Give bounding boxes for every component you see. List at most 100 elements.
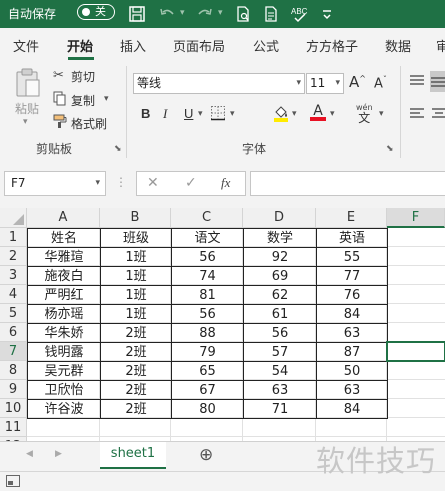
table-cell[interactable]: 79: [171, 342, 244, 362]
cut-icon[interactable]: ✂: [53, 68, 64, 83]
table-cell[interactable]: 华朱娇: [27, 323, 101, 343]
paste-dropdown-icon[interactable]: ▾: [23, 117, 28, 127]
borders-dropdown-icon[interactable]: ▾: [230, 109, 235, 119]
font-size-select[interactable]: 11 ▾: [306, 73, 344, 94]
copy-icon[interactable]: [53, 91, 67, 109]
table-cell[interactable]: 2班: [100, 399, 172, 419]
select-all-corner[interactable]: [0, 208, 27, 228]
table-cell[interactable]: 许谷波: [27, 399, 101, 419]
table-cell[interactable]: 71: [243, 399, 317, 419]
quick-print-icon[interactable]: [262, 5, 280, 23]
row-header[interactable]: 11: [0, 418, 27, 437]
tab-page-layout[interactable]: 页面布局: [173, 36, 225, 55]
table-cell[interactable]: 55: [316, 247, 388, 267]
table-cell[interactable]: 杨亦瑶: [27, 304, 101, 324]
table-cell[interactable]: 67: [171, 380, 244, 400]
redo-dropdown-icon[interactable]: ▾: [218, 8, 223, 18]
row-header[interactable]: 7: [0, 342, 27, 361]
undo-icon[interactable]: [158, 5, 176, 23]
customize-toolbar-icon[interactable]: [318, 5, 336, 23]
autosave-toggle[interactable]: 关: [77, 4, 115, 20]
table-cell[interactable]: 63: [316, 323, 388, 343]
tab-data[interactable]: 数据: [385, 36, 411, 55]
underline-dropdown-icon[interactable]: ▾: [198, 109, 203, 119]
table-cell[interactable]: 57: [243, 342, 317, 362]
font-name-select[interactable]: 等线 ▾: [133, 73, 305, 94]
column-header[interactable]: C: [171, 208, 243, 228]
copy-dropdown-icon[interactable]: ▾: [104, 94, 109, 104]
formula-bar-grip-icon[interactable]: ⋮: [115, 175, 127, 189]
underline-button[interactable]: U: [184, 106, 193, 121]
align-left-icon[interactable]: [409, 107, 425, 124]
format-painter-icon[interactable]: [53, 114, 68, 132]
table-cell[interactable]: 50: [316, 361, 388, 381]
table-cell[interactable]: 2班: [100, 342, 172, 362]
copy-label[interactable]: 复制: [71, 92, 95, 109]
column-header[interactable]: E: [316, 208, 387, 228]
table-cell[interactable]: 吴元群: [27, 361, 101, 381]
table-cell[interactable]: 63: [316, 380, 388, 400]
phonetic-guide-button[interactable]: wén 文: [356, 102, 373, 124]
table-cell[interactable]: 钱明露: [27, 342, 101, 362]
table-cell[interactable]: 英语: [316, 228, 388, 248]
row-header[interactable]: 5: [0, 304, 27, 323]
tab-formulas[interactable]: 公式: [253, 36, 279, 55]
table-cell[interactable]: 2班: [100, 361, 172, 381]
insert-function-button[interactable]: fx: [221, 175, 230, 191]
table-cell[interactable]: 56: [243, 323, 317, 343]
italic-button[interactable]: I: [163, 106, 167, 122]
column-header[interactable]: A: [27, 208, 100, 228]
table-cell[interactable]: 卫欣怡: [27, 380, 101, 400]
table-cell[interactable]: 84: [316, 304, 388, 324]
table-cell[interactable]: 77: [316, 266, 388, 286]
align-middle-icon[interactable]: [430, 71, 445, 92]
paste-icon[interactable]: [15, 68, 41, 101]
fill-color-icon[interactable]: [273, 104, 289, 125]
clipboard-launcher-icon[interactable]: ⬊: [114, 144, 122, 154]
column-header[interactable]: B: [100, 208, 171, 228]
table-cell[interactable]: 80: [171, 399, 244, 419]
row-header[interactable]: 2: [0, 247, 27, 266]
row-header[interactable]: 9: [0, 380, 27, 399]
table-cell[interactable]: 班级: [100, 228, 172, 248]
table-cell[interactable]: 88: [171, 323, 244, 343]
formula-input[interactable]: [250, 171, 445, 196]
align-center-icon[interactable]: [432, 107, 445, 124]
enter-icon[interactable]: ✓: [185, 175, 197, 191]
table-cell[interactable]: 92: [243, 247, 317, 267]
table-cell[interactable]: 76: [316, 285, 388, 305]
tab-review[interactable]: 审: [436, 36, 445, 55]
font-launcher-icon[interactable]: ⬊: [386, 144, 394, 154]
table-cell[interactable]: 严明红: [27, 285, 101, 305]
align-top-icon[interactable]: [409, 74, 425, 91]
row-header[interactable]: 10: [0, 399, 27, 418]
table-cell[interactable]: 56: [171, 247, 244, 267]
format-painter-label[interactable]: 格式刷: [71, 115, 107, 132]
table-cell[interactable]: 华雅瑄: [27, 247, 101, 267]
active-cell[interactable]: [386, 341, 445, 362]
shrink-font-button[interactable]: Aˇ: [374, 75, 387, 91]
column-header[interactable]: D: [243, 208, 316, 228]
macro-record-icon[interactable]: [6, 475, 20, 490]
table-cell[interactable]: 62: [243, 285, 317, 305]
table-cell[interactable]: 74: [171, 266, 244, 286]
scroll-right-icon[interactable]: ▶: [55, 449, 62, 459]
table-cell[interactable]: 1班: [100, 285, 172, 305]
tab-home[interactable]: 开始: [67, 36, 93, 55]
grow-font-button[interactable]: A^: [349, 73, 366, 91]
paste-label[interactable]: 粘贴: [15, 100, 39, 117]
table-cell[interactable]: 姓名: [27, 228, 101, 248]
save-icon[interactable]: [128, 5, 146, 23]
add-sheet-button[interactable]: ⊕: [199, 445, 213, 465]
table-cell[interactable]: 数学: [243, 228, 317, 248]
row-header[interactable]: 1: [0, 228, 27, 247]
table-cell[interactable]: 1班: [100, 266, 172, 286]
table-cell[interactable]: 1班: [100, 304, 172, 324]
name-box[interactable]: F7 ▾: [4, 171, 106, 196]
column-header[interactable]: F: [387, 208, 445, 228]
tab-ffcell[interactable]: 方方格子: [306, 36, 358, 55]
undo-dropdown-icon[interactable]: ▾: [180, 8, 185, 18]
table-cell[interactable]: 施夜白: [27, 266, 101, 286]
table-cell[interactable]: 56: [171, 304, 244, 324]
table-cell[interactable]: 语文: [171, 228, 244, 248]
